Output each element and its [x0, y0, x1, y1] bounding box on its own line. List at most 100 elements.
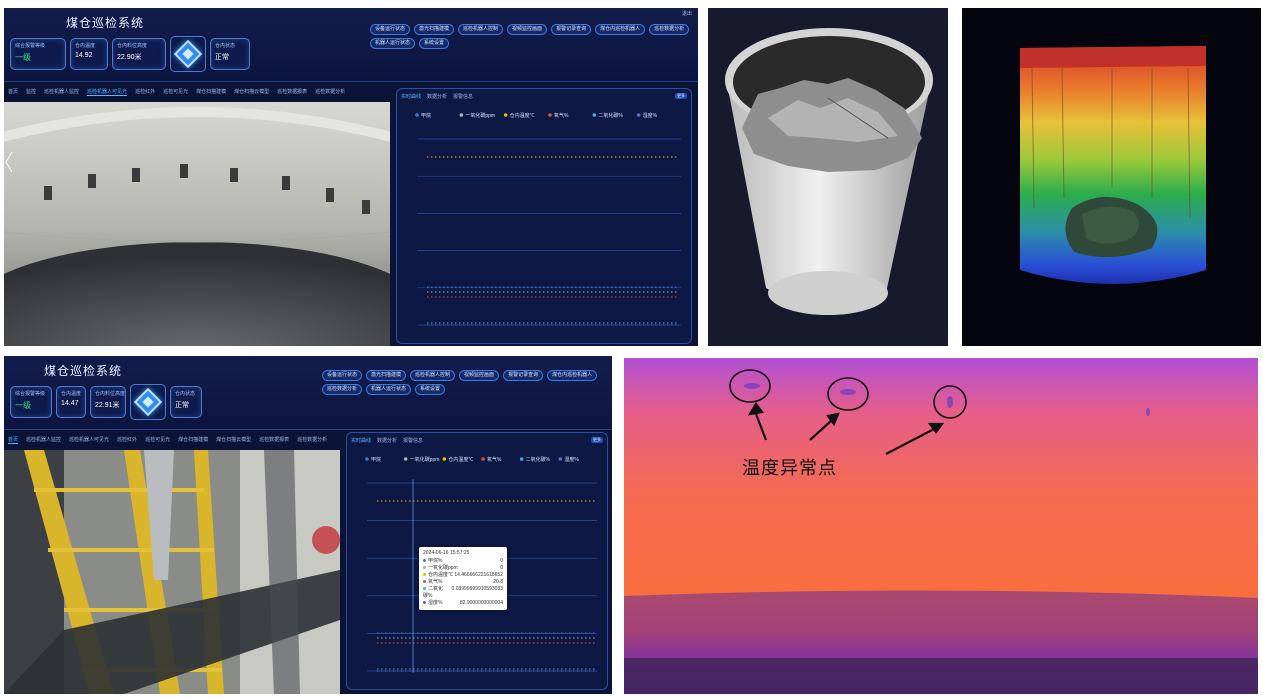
- card-label: 仓内状态: [175, 391, 196, 397]
- legend-label: 甲烷: [421, 112, 431, 119]
- status-diamond-icon: [170, 36, 206, 72]
- legend-marker: [558, 457, 563, 461]
- tab-scan-model[interactable]: 煤仓扫描建模: [196, 88, 226, 96]
- silo-3d-model-grey: [708, 8, 948, 346]
- thermal-image: [624, 369, 1258, 694]
- thermal-image-panel: 温度异常点: [624, 358, 1258, 694]
- legend-marker: [415, 113, 419, 117]
- legend-label: 甲烷: [371, 456, 381, 463]
- legend-marker: [519, 457, 524, 461]
- card-label: 仓内料位高度: [95, 391, 126, 397]
- legend-marker: [481, 457, 485, 461]
- nav-button[interactable]: 巡检数据分析: [322, 384, 363, 395]
- legend-marker: [442, 457, 447, 461]
- legend-label: 氧气%: [554, 112, 569, 119]
- tab-infrared[interactable]: 巡检红外: [117, 436, 137, 444]
- dashboard-bottom: 煤仓巡检系统 综合报警等级 一级 仓内温度 14.47 仓内料位高度 22.91…: [4, 356, 612, 694]
- card-label: 综合报警等级: [15, 43, 46, 49]
- tab-cloud-model[interactable]: 煤仓扫描云模型: [216, 436, 251, 444]
- legend-label: 氧气%: [487, 456, 502, 463]
- nav-button[interactable]: 设备运行状态: [370, 24, 411, 35]
- nav-button[interactable]: 激光扫描建模: [366, 370, 407, 381]
- nav-button[interactable]: 系统设置: [415, 384, 446, 395]
- legend-marker: [365, 457, 369, 461]
- status-card: 仓内状态 正常: [210, 38, 250, 70]
- card-value: 22.90米: [117, 54, 142, 61]
- tab-report[interactable]: 巡检数据报表: [259, 436, 289, 444]
- summary-cards: 综合报警等级 一级 仓内温度 14.92 仓内料位高度 22.90米 仓内状态 …: [10, 36, 250, 72]
- card-value: 正常: [215, 54, 229, 61]
- tab-cloud-model[interactable]: 煤仓扫描云模型: [234, 88, 269, 96]
- nav-button[interactable]: 煤仓内巡检机器人: [547, 370, 598, 381]
- legend-marker: [592, 113, 597, 117]
- card-value: 一级: [15, 401, 31, 410]
- exit-link[interactable]: 退出: [682, 10, 692, 17]
- legend-marker: [548, 113, 552, 117]
- nav-button[interactable]: 巡检机器人控制: [458, 24, 504, 35]
- tab-home[interactable]: 首页: [8, 88, 18, 96]
- tooltip-time: 2024-06-16 15:57:25: [423, 550, 470, 556]
- nav-button[interactable]: 设备运行状态: [322, 370, 363, 381]
- tab-analysis[interactable]: 巡检数据分析: [315, 88, 345, 96]
- tab-visible[interactable]: 巡检可见光: [145, 436, 170, 444]
- alarm-level-card: 综合报警等级 一级: [10, 386, 52, 418]
- card-value: 正常: [175, 402, 189, 409]
- card-value: 一级: [15, 53, 31, 62]
- tab-monitor[interactable]: 监控: [26, 88, 36, 96]
- sensor-chart-panel: 实时曲线 数据分析 报警信息 更多 甲烷 一氧化碳ppm 仓内温度℃ 氧气% 二氧化碳%…: [346, 432, 608, 690]
- tooltip-row: 甲烷% 0: [423, 558, 503, 565]
- nav-button[interactable]: 视频监控画面: [459, 370, 500, 381]
- tab-analysis[interactable]: 巡检数据分析: [297, 436, 327, 444]
- tab-infrared[interactable]: 巡检红外: [135, 88, 155, 96]
- chart-tooltip: 2024-06-16 15:57:25 甲烷% 0 一氧化碳ppm 0 仓内温度℃ 1…: [419, 547, 507, 610]
- nav-button[interactable]: 机器人运行状态: [366, 384, 412, 395]
- tab-scan-model[interactable]: 煤仓扫描建模: [178, 436, 208, 444]
- nav-button[interactable]: 激光扫描建模: [414, 24, 455, 35]
- nav-button[interactable]: 报警记录查询: [503, 370, 544, 381]
- tab-robot-visible[interactable]: 巡检机器人可见光: [69, 436, 109, 444]
- system-title: 煤仓巡检系统: [44, 364, 123, 378]
- temperature-card: 仓内温度 14.47: [56, 386, 86, 418]
- legend-label: 仓内温度℃: [448, 456, 473, 463]
- tab-robot-monitor[interactable]: 巡检机器人监控: [44, 88, 79, 96]
- legend-marker: [403, 457, 408, 461]
- nav-button[interactable]: 巡检机器人控制: [410, 370, 456, 381]
- tooltip-row: 氧气% 20.8: [423, 579, 503, 586]
- tab-robot-monitor[interactable]: 巡检机器人监控: [26, 436, 61, 444]
- tab-visible[interactable]: 巡检可见光: [163, 88, 188, 96]
- page-tabs: 首页 监控 巡检机器人监控 巡检机器人可见光 巡检红外 巡检可见光 煤仓扫描建模…: [8, 88, 345, 96]
- legend-label: 湿度%: [564, 456, 579, 463]
- tab-report[interactable]: 巡检数据报表: [277, 88, 307, 96]
- silo-camera-view: [4, 102, 390, 346]
- anomaly-label: 温度异常点: [742, 458, 837, 479]
- sensor-chart-panel: 实时曲线 数据分析 报警信息 更多 甲烷 一氧化碳ppm 仓内温度℃ 氧气% 二氧化碳%…: [396, 88, 692, 344]
- robot-camera-view: [4, 450, 340, 694]
- level-height-card: 仓内料位高度 22.91米: [90, 386, 126, 418]
- dashboard-header: 煤仓巡检系统 综合报警等级 一级 仓内温度 14.47 仓内料位高度 22.91…: [4, 356, 612, 430]
- nav-button[interactable]: 机器人运行状态: [370, 38, 416, 49]
- status-diamond-icon: [130, 384, 166, 420]
- summary-cards: 综合报警等级 一级 仓内温度 14.47 仓内料位高度 22.91米 仓内状态 …: [10, 384, 202, 420]
- tooltip-row: 一氧化碳ppm 0: [423, 565, 503, 572]
- nav-button[interactable]: 系统设置: [419, 38, 450, 49]
- tab-robot-visible[interactable]: 巡检机器人可见光: [87, 88, 128, 96]
- card-label: 仓内温度: [75, 43, 96, 49]
- legend-label: 仓内温度℃: [510, 112, 535, 119]
- legend-label: 一氧化碳ppm: [410, 456, 440, 463]
- nav-button[interactable]: 报警记录查询: [551, 24, 592, 35]
- robot-ladder-image: [4, 450, 340, 694]
- page-tabs: 首页 巡检机器人监控 巡检机器人可见光 巡检红外 巡检可见光 煤仓扫描建模 煤仓…: [8, 436, 327, 444]
- level-height-card: 仓内料位高度 22.90米: [112, 38, 166, 70]
- silo-pointcloud-image: [1020, 46, 1206, 284]
- nav-button[interactable]: 巡检数据分析: [649, 24, 690, 35]
- status-card: 仓内状态 正常: [170, 386, 202, 418]
- legend-label: 一氧化碳ppm: [465, 112, 495, 119]
- legend-marker: [503, 113, 508, 117]
- nav-buttons: 设备运行状态 激光扫描建模 巡检机器人控制 视频监控画面 报警记录查询 煤仓内巡…: [370, 24, 690, 49]
- tooltip-row: 仓内温度℃ 14.466666221618652: [423, 572, 503, 579]
- card-value: 14.92: [75, 52, 93, 59]
- nav-button[interactable]: 煤仓内巡检机器人: [595, 24, 646, 35]
- legend-marker: [636, 113, 641, 117]
- tab-home[interactable]: 首页: [8, 436, 19, 444]
- nav-button[interactable]: 视频监控画面: [507, 24, 548, 35]
